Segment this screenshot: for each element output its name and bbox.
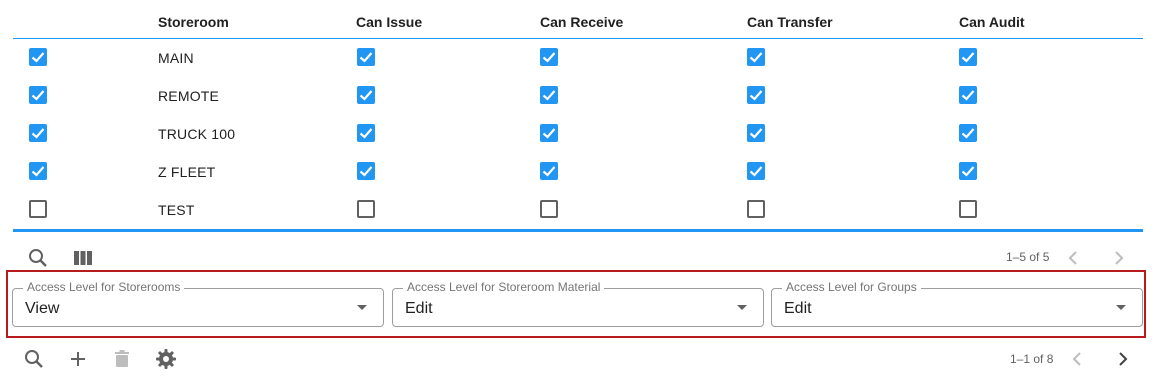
material-access-label: Access Level for Storeroom Material	[403, 280, 605, 294]
can-receive-checkbox[interactable]	[540, 86, 558, 104]
storerooms-access-select[interactable]: Access Level for Storerooms View	[12, 280, 384, 327]
storeroom-name: TEST	[158, 202, 195, 218]
can-audit-checkbox[interactable]	[959, 48, 977, 66]
storerooms-access-value: View	[25, 300, 60, 317]
chevron-right-icon[interactable]	[1110, 347, 1134, 371]
columns-icon[interactable]	[71, 246, 95, 270]
chevron-down-icon[interactable]	[737, 305, 747, 310]
search-icon[interactable]	[22, 347, 46, 371]
can-issue-checkbox[interactable]	[357, 162, 375, 180]
storeroom-name: Z FLEET	[158, 164, 216, 180]
table-pager-range: 1–5 of 5	[1006, 250, 1050, 264]
can-audit-checkbox[interactable]	[959, 200, 977, 218]
groups-access-select[interactable]: Access Level for Groups Edit	[771, 280, 1143, 327]
storerooms-access-label: Access Level for Storerooms	[23, 280, 185, 294]
chevron-down-icon[interactable]	[357, 305, 367, 310]
trash-icon[interactable]	[110, 347, 134, 371]
can-issue-checkbox[interactable]	[357, 200, 375, 218]
search-icon[interactable]	[26, 246, 50, 270]
header-can-audit[interactable]: Can Audit	[959, 14, 1025, 30]
row-select-checkbox[interactable]	[29, 86, 47, 104]
chevron-down-icon[interactable]	[1116, 305, 1126, 310]
gear-icon[interactable]	[154, 347, 178, 371]
can-issue-checkbox[interactable]	[357, 86, 375, 104]
can-issue-checkbox[interactable]	[357, 48, 375, 66]
header-can-receive[interactable]: Can Receive	[540, 14, 623, 30]
chevron-left-icon[interactable]	[1062, 246, 1086, 270]
storeroom-name: REMOTE	[158, 88, 220, 104]
can-audit-checkbox[interactable]	[959, 86, 977, 104]
can-transfer-checkbox[interactable]	[747, 162, 765, 180]
header-storeroom[interactable]: Storeroom	[158, 14, 229, 30]
row-select-checkbox[interactable]	[29, 48, 47, 66]
groups-access-label: Access Level for Groups	[782, 280, 921, 294]
chevron-left-icon[interactable]	[1066, 347, 1090, 371]
material-access-value: Edit	[405, 300, 433, 317]
can-transfer-checkbox[interactable]	[747, 200, 765, 218]
row-select-checkbox[interactable]	[29, 200, 47, 218]
header-can-transfer[interactable]: Can Transfer	[747, 14, 833, 30]
table-row[interactable]: TEST	[13, 191, 1143, 232]
storeroom-access-table: Storeroom Can Issue Can Receive Can Tran…	[13, 0, 1143, 232]
can-receive-checkbox[interactable]	[540, 48, 558, 66]
can-transfer-checkbox[interactable]	[747, 86, 765, 104]
row-select-checkbox[interactable]	[29, 124, 47, 142]
material-access-select[interactable]: Access Level for Storeroom Material Edit	[392, 280, 764, 327]
table-row[interactable]: REMOTE	[13, 77, 1143, 115]
can-transfer-checkbox[interactable]	[747, 124, 765, 142]
table-toolbar: 1–5 of 5	[0, 240, 1154, 272]
can-receive-checkbox[interactable]	[540, 162, 558, 180]
header-can-issue[interactable]: Can Issue	[356, 14, 422, 30]
can-audit-checkbox[interactable]	[959, 124, 977, 142]
table-row[interactable]: TRUCK 100	[13, 115, 1143, 153]
row-select-checkbox[interactable]	[29, 162, 47, 180]
storeroom-name: TRUCK 100	[158, 126, 236, 142]
storeroom-name: MAIN	[158, 50, 194, 66]
can-audit-checkbox[interactable]	[959, 162, 977, 180]
chevron-right-icon[interactable]	[1106, 246, 1130, 270]
can-issue-checkbox[interactable]	[357, 124, 375, 142]
can-receive-checkbox[interactable]	[540, 200, 558, 218]
plus-icon[interactable]	[66, 347, 90, 371]
groups-access-value: Edit	[784, 300, 812, 317]
table-header: Storeroom Can Issue Can Receive Can Tran…	[13, 0, 1143, 39]
table-row[interactable]: Z FLEET	[13, 153, 1143, 191]
can-receive-checkbox[interactable]	[540, 124, 558, 142]
bottom-pager-range: 1–1 of 8	[1010, 352, 1054, 366]
table-row[interactable]: MAIN	[13, 39, 1143, 77]
can-transfer-checkbox[interactable]	[747, 48, 765, 66]
